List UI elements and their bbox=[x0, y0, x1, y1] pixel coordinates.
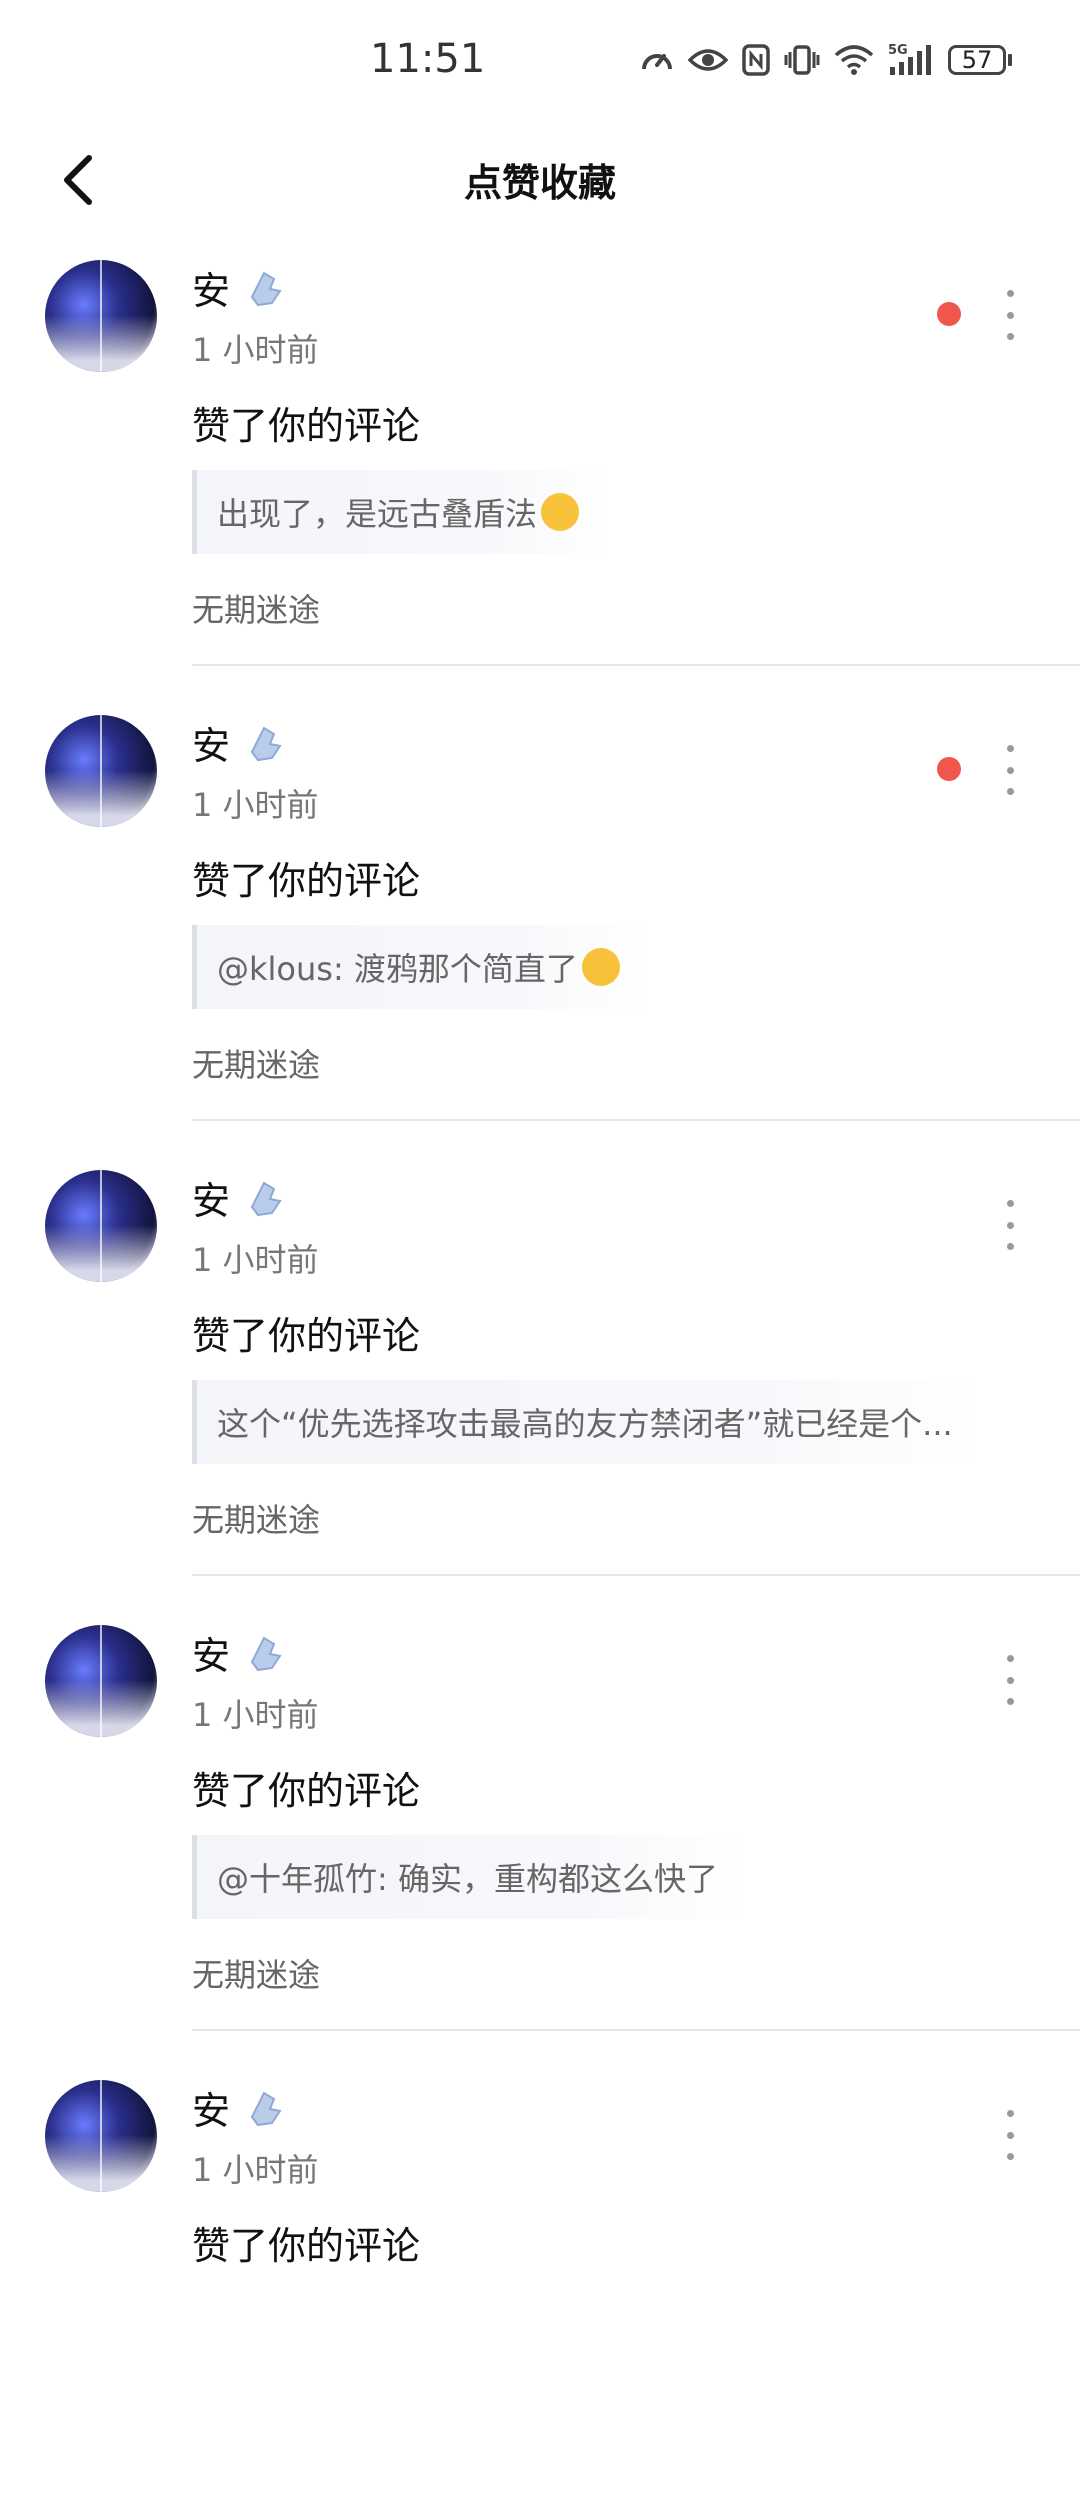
source-label[interactable]: 无期迷途 bbox=[192, 1495, 320, 1541]
vibrate-icon bbox=[784, 44, 820, 76]
action-text: 赞了你的评论 bbox=[192, 404, 421, 448]
more-options-button[interactable] bbox=[990, 2110, 1030, 2160]
divider bbox=[192, 1119, 1080, 1121]
list-item[interactable]: 安 1 小时前 赞了你的评论 @klous: 渡鸦那个简直了 无期迷途 bbox=[0, 695, 1080, 1150]
timestamp: 1 小时前 bbox=[192, 331, 319, 369]
user-badge-icon bbox=[250, 1636, 282, 1671]
avatar[interactable] bbox=[45, 1170, 157, 1282]
list-item[interactable]: 安 1 小时前 赞了你的评论 出现了，是远古叠盾法 无期迷途 bbox=[0, 240, 1080, 695]
more-options-button[interactable] bbox=[990, 745, 1030, 795]
more-options-button[interactable] bbox=[990, 1200, 1030, 1250]
source-label[interactable]: 无期迷途 bbox=[192, 1950, 320, 1996]
speedometer-icon bbox=[640, 45, 674, 75]
quoted-comment[interactable]: @十年孤竹: 确实，重构都这么快了 bbox=[192, 1835, 748, 1919]
timestamp: 1 小时前 bbox=[192, 1241, 319, 1279]
timestamp: 1 小时前 bbox=[192, 1696, 319, 1734]
unread-dot bbox=[937, 302, 961, 326]
list-item[interactable]: 安 1 小时前 赞了你的评论 @十年孤竹: 确实，重构都这么快了 无期迷途 bbox=[0, 1605, 1080, 2060]
quoted-comment[interactable]: @klous: 渡鸦那个简直了 bbox=[192, 925, 650, 1009]
surprised-face-emoji bbox=[581, 948, 620, 986]
status-time: 11:51 bbox=[370, 36, 486, 82]
user-badge-icon bbox=[250, 271, 282, 306]
wifi-icon bbox=[834, 45, 874, 75]
user-badge-icon bbox=[250, 2091, 282, 2126]
quoted-comment-text: 这个“优先选择攻击最高的友方禁闭者”就已经是个... bbox=[217, 1405, 953, 1443]
divider bbox=[192, 664, 1080, 666]
user-name[interactable]: 安 bbox=[192, 2080, 230, 2135]
signal-icon: 5G bbox=[888, 43, 934, 77]
quoted-comment-text: @klous: 渡鸦那个简直了 bbox=[217, 950, 578, 988]
svg-text:5G: 5G bbox=[888, 43, 908, 58]
avatar[interactable] bbox=[45, 715, 157, 827]
source-label[interactable]: 无期迷途 bbox=[192, 1040, 320, 1086]
quoted-comment-text: 出现了，是远古叠盾法 bbox=[217, 495, 538, 533]
source-label[interactable]: 无期迷途 bbox=[192, 585, 320, 631]
more-options-button[interactable] bbox=[990, 290, 1030, 340]
status-bar: 11:51 5G 57 bbox=[0, 0, 1080, 120]
avatar[interactable] bbox=[45, 260, 157, 372]
user-name[interactable]: 安 bbox=[192, 715, 230, 770]
list-item[interactable]: 安 1 小时前 赞了你的评论 bbox=[0, 2060, 1080, 2515]
user-name[interactable]: 安 bbox=[192, 1170, 230, 1225]
nfc-icon bbox=[742, 44, 770, 76]
battery-level: 57 bbox=[948, 45, 1006, 75]
notification-list: 安 1 小时前 赞了你的评论 出现了，是远古叠盾法 无期迷途 安 1 小时前 赞… bbox=[0, 240, 1080, 2515]
action-text: 赞了你的评论 bbox=[192, 1314, 421, 1358]
grinning-face-emoji bbox=[541, 493, 580, 531]
action-text: 赞了你的评论 bbox=[192, 1769, 421, 1813]
quoted-comment[interactable]: 出现了，是远古叠盾法 bbox=[192, 470, 610, 554]
timestamp: 1 小时前 bbox=[192, 786, 319, 824]
more-options-button[interactable] bbox=[990, 1655, 1030, 1705]
avatar[interactable] bbox=[45, 2080, 157, 2192]
timestamp: 1 小时前 bbox=[192, 2151, 319, 2189]
unread-dot bbox=[937, 757, 961, 781]
user-badge-icon bbox=[250, 726, 282, 761]
action-text: 赞了你的评论 bbox=[192, 2224, 421, 2268]
status-icons: 5G 57 bbox=[640, 40, 1012, 80]
divider bbox=[192, 1574, 1080, 1576]
user-badge-icon bbox=[250, 1181, 282, 1216]
eye-icon bbox=[688, 46, 728, 74]
avatar[interactable] bbox=[45, 1625, 157, 1737]
quoted-comment[interactable]: 这个“优先选择攻击最高的友方禁闭者”就已经是个... bbox=[192, 1380, 983, 1464]
user-name[interactable]: 安 bbox=[192, 260, 230, 315]
navigation-bar: 点赞收藏 bbox=[0, 120, 1080, 240]
page-title: 点赞收藏 bbox=[463, 161, 616, 205]
divider bbox=[192, 2029, 1080, 2031]
battery-icon: 57 bbox=[948, 45, 1012, 75]
quoted-comment-text: @十年孤竹: 确实，重构都这么快了 bbox=[217, 1860, 718, 1898]
user-name[interactable]: 安 bbox=[192, 1625, 230, 1680]
list-item[interactable]: 安 1 小时前 赞了你的评论 这个“优先选择攻击最高的友方禁闭者”就已经是个..… bbox=[0, 1150, 1080, 1605]
action-text: 赞了你的评论 bbox=[192, 859, 421, 903]
